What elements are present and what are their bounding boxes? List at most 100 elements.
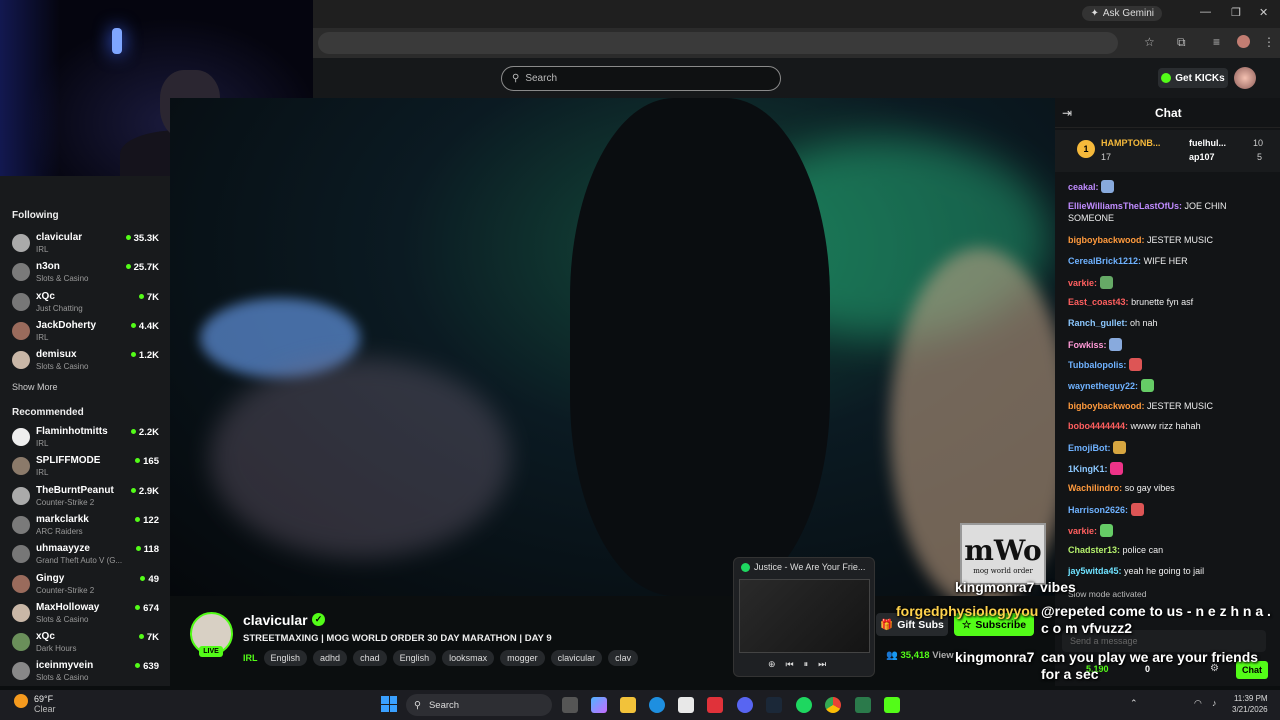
sidebar-channel[interactable]: MaxHolloway Slots & Casino 674 bbox=[0, 598, 170, 627]
browser-menu-icon[interactable]: ⋮ bbox=[1263, 35, 1275, 49]
maximize-button[interactable]: ❐ bbox=[1231, 6, 1241, 19]
volume-icon[interactable]: ♪ bbox=[1212, 698, 1217, 708]
start-button[interactable] bbox=[381, 696, 397, 712]
webcam-light bbox=[112, 28, 122, 54]
star-icon: ☆ bbox=[961, 618, 972, 631]
app-green-icon[interactable] bbox=[855, 697, 871, 713]
chat-username[interactable]: waynetheguy22: bbox=[1068, 381, 1138, 391]
chat-username[interactable]: Chadster13: bbox=[1068, 545, 1120, 555]
sidebar-channel[interactable]: xQc Just Chatting 7K bbox=[0, 287, 170, 316]
leader-name[interactable]: HAMPTONB... bbox=[1101, 138, 1160, 148]
chat-username[interactable]: Harrison2626: bbox=[1068, 505, 1128, 515]
collapse-chat-icon[interactable]: ⇥ bbox=[1062, 106, 1072, 120]
live-dot bbox=[130, 429, 136, 434]
file-explorer-icon[interactable] bbox=[620, 697, 636, 713]
chat-username[interactable]: jay5witda45: bbox=[1068, 566, 1122, 576]
chat-username[interactable]: ceakal: bbox=[1068, 182, 1099, 192]
stream-tag[interactable]: adhd bbox=[313, 650, 348, 666]
chat-username[interactable]: East_coast43: bbox=[1068, 297, 1129, 307]
sidebar-channel[interactable]: uhmaayyze Grand Theft Auto V (G... 118 bbox=[0, 539, 170, 568]
user-avatar[interactable] bbox=[1234, 67, 1256, 89]
chat-username[interactable]: bigboybackwood: bbox=[1068, 401, 1145, 411]
sidebar-channel[interactable]: xQc Dark Hours 7K bbox=[0, 627, 170, 656]
chrome-icon[interactable] bbox=[825, 697, 841, 713]
chat-message: bigboybackwood: JESTER MUSIC bbox=[1068, 400, 1273, 412]
sidebar-channel[interactable]: Gingy Counter-Strike 2 49 bbox=[0, 569, 170, 598]
stream-tag[interactable]: chad bbox=[353, 650, 387, 666]
chat-username[interactable]: EllieWilliamsTheLastOfUs: bbox=[1068, 201, 1182, 211]
spotify-icon[interactable] bbox=[796, 697, 812, 713]
search-input[interactable]: ⚲ Search bbox=[501, 66, 781, 91]
leader-name[interactable]: fuelhul... bbox=[1189, 138, 1226, 148]
chat-username[interactable]: varkie: bbox=[1068, 278, 1097, 288]
sidebar-channel[interactable]: TheBurntPeanut Counter-Strike 2 2.9K bbox=[0, 481, 170, 510]
get-kicks-button[interactable]: Get KICKs bbox=[1158, 68, 1228, 88]
ask-gemini-button[interactable]: ✦ Ask Gemini bbox=[1082, 6, 1162, 21]
edge-icon[interactable] bbox=[649, 697, 665, 713]
sidebar-channel[interactable]: markclarkk ARC Raiders 122 bbox=[0, 510, 170, 539]
channel-viewers: 7K bbox=[138, 292, 159, 303]
chat-text: oh nah bbox=[1130, 318, 1158, 328]
channel-avatar bbox=[12, 574, 30, 593]
weather-widget[interactable]: 69°F Clear bbox=[14, 694, 56, 714]
sidebar-channel[interactable]: JackDoherty IRL 4.4K bbox=[0, 316, 170, 345]
chat-username[interactable]: Wachilindro: bbox=[1068, 483, 1122, 493]
profile-avatar[interactable] bbox=[1237, 35, 1250, 48]
overlay-message: vibes bbox=[1040, 579, 1076, 595]
taskbar-search[interactable]: ⚲ Search bbox=[406, 694, 552, 716]
spotify-icon bbox=[741, 562, 750, 572]
chat-username[interactable]: EmojiBot: bbox=[1068, 443, 1111, 453]
sidebar-channel[interactable]: iceinmyvein Slots & Casino 639 bbox=[0, 656, 170, 685]
live-dot bbox=[130, 322, 136, 328]
media-thumbnail[interactable] bbox=[739, 579, 870, 653]
stream-tag[interactable]: English bbox=[263, 650, 308, 666]
chat-username[interactable]: CerealBrick1212: bbox=[1068, 256, 1141, 266]
steam-icon[interactable] bbox=[766, 697, 782, 713]
leader-count: 5 bbox=[1257, 152, 1263, 162]
video-player[interactable] bbox=[170, 98, 1055, 596]
stream-tag[interactable]: mogger bbox=[500, 650, 545, 666]
channel-category: Slots & Casino bbox=[36, 362, 89, 372]
taskbar-clock[interactable]: 11:39 PM 3/21/2026 bbox=[1232, 693, 1268, 715]
category-link[interactable]: IRL bbox=[243, 650, 258, 666]
chat-username[interactable]: varkie: bbox=[1068, 526, 1097, 536]
store-icon[interactable] bbox=[678, 697, 694, 713]
chat-username[interactable]: Tubbalopolis: bbox=[1068, 360, 1126, 370]
minimize-button[interactable]: — bbox=[1200, 6, 1211, 18]
app-red-icon[interactable] bbox=[707, 697, 723, 713]
live-dot bbox=[125, 235, 131, 240]
cast-icon[interactable]: ⧉ bbox=[1177, 35, 1186, 50]
discord-icon[interactable] bbox=[737, 697, 753, 713]
sidebar-channel[interactable]: demisux Slots & Casino 1.2K bbox=[0, 345, 170, 374]
chat-username[interactable]: 1KingK1: bbox=[1068, 464, 1108, 474]
stream-tags: IRL English adhd chad English looksmax mogger… bbox=[243, 650, 639, 666]
address-bar[interactable] bbox=[318, 32, 1118, 54]
show-more-link[interactable]: Show More bbox=[12, 382, 58, 392]
tray-chevron-icon[interactable]: ⌃ bbox=[1130, 698, 1138, 709]
close-button[interactable]: ✕ bbox=[1259, 6, 1268, 19]
pause-icon[interactable]: ⏸ bbox=[804, 659, 809, 670]
kick-app-icon[interactable] bbox=[884, 697, 900, 713]
leader-name[interactable]: ap107 bbox=[1189, 152, 1215, 162]
chat-username[interactable]: Ranch_gullet: bbox=[1068, 318, 1128, 328]
chat-username[interactable]: bigboybackwood: bbox=[1068, 235, 1145, 245]
sidebar-channel[interactable]: n3on Slots & Casino 25.7K bbox=[0, 257, 170, 286]
add-icon[interactable]: ⊕ bbox=[768, 659, 776, 670]
previous-icon[interactable]: ⏮ bbox=[786, 659, 794, 670]
sidebar-channel[interactable]: clavicular IRL 35.3K bbox=[0, 228, 170, 257]
wifi-icon[interactable]: ◠ bbox=[1194, 698, 1202, 709]
bookmark-star-icon[interactable]: ☆ bbox=[1144, 35, 1155, 49]
task-view-icon[interactable] bbox=[562, 697, 578, 713]
chat-username[interactable]: Fowkiss: bbox=[1068, 340, 1107, 350]
stream-tag[interactable]: English bbox=[392, 650, 437, 666]
copilot-icon[interactable] bbox=[591, 697, 607, 713]
extensions-icon[interactable]: ≡ bbox=[1213, 35, 1220, 49]
next-icon[interactable]: ⏭ bbox=[818, 659, 826, 670]
sidebar-channel[interactable]: Flaminhotmitts IRL 2.2K bbox=[0, 422, 170, 451]
stream-tag[interactable]: looksmax bbox=[442, 650, 495, 666]
streamer-name[interactable]: clavicular bbox=[243, 612, 308, 628]
stream-tag[interactable]: clavicular bbox=[550, 650, 603, 666]
sidebar-channel[interactable]: SPLIFFMODE IRL 165 bbox=[0, 451, 170, 480]
stream-tag[interactable]: clav bbox=[608, 650, 639, 666]
chat-username[interactable]: bobo4444444: bbox=[1068, 421, 1128, 431]
